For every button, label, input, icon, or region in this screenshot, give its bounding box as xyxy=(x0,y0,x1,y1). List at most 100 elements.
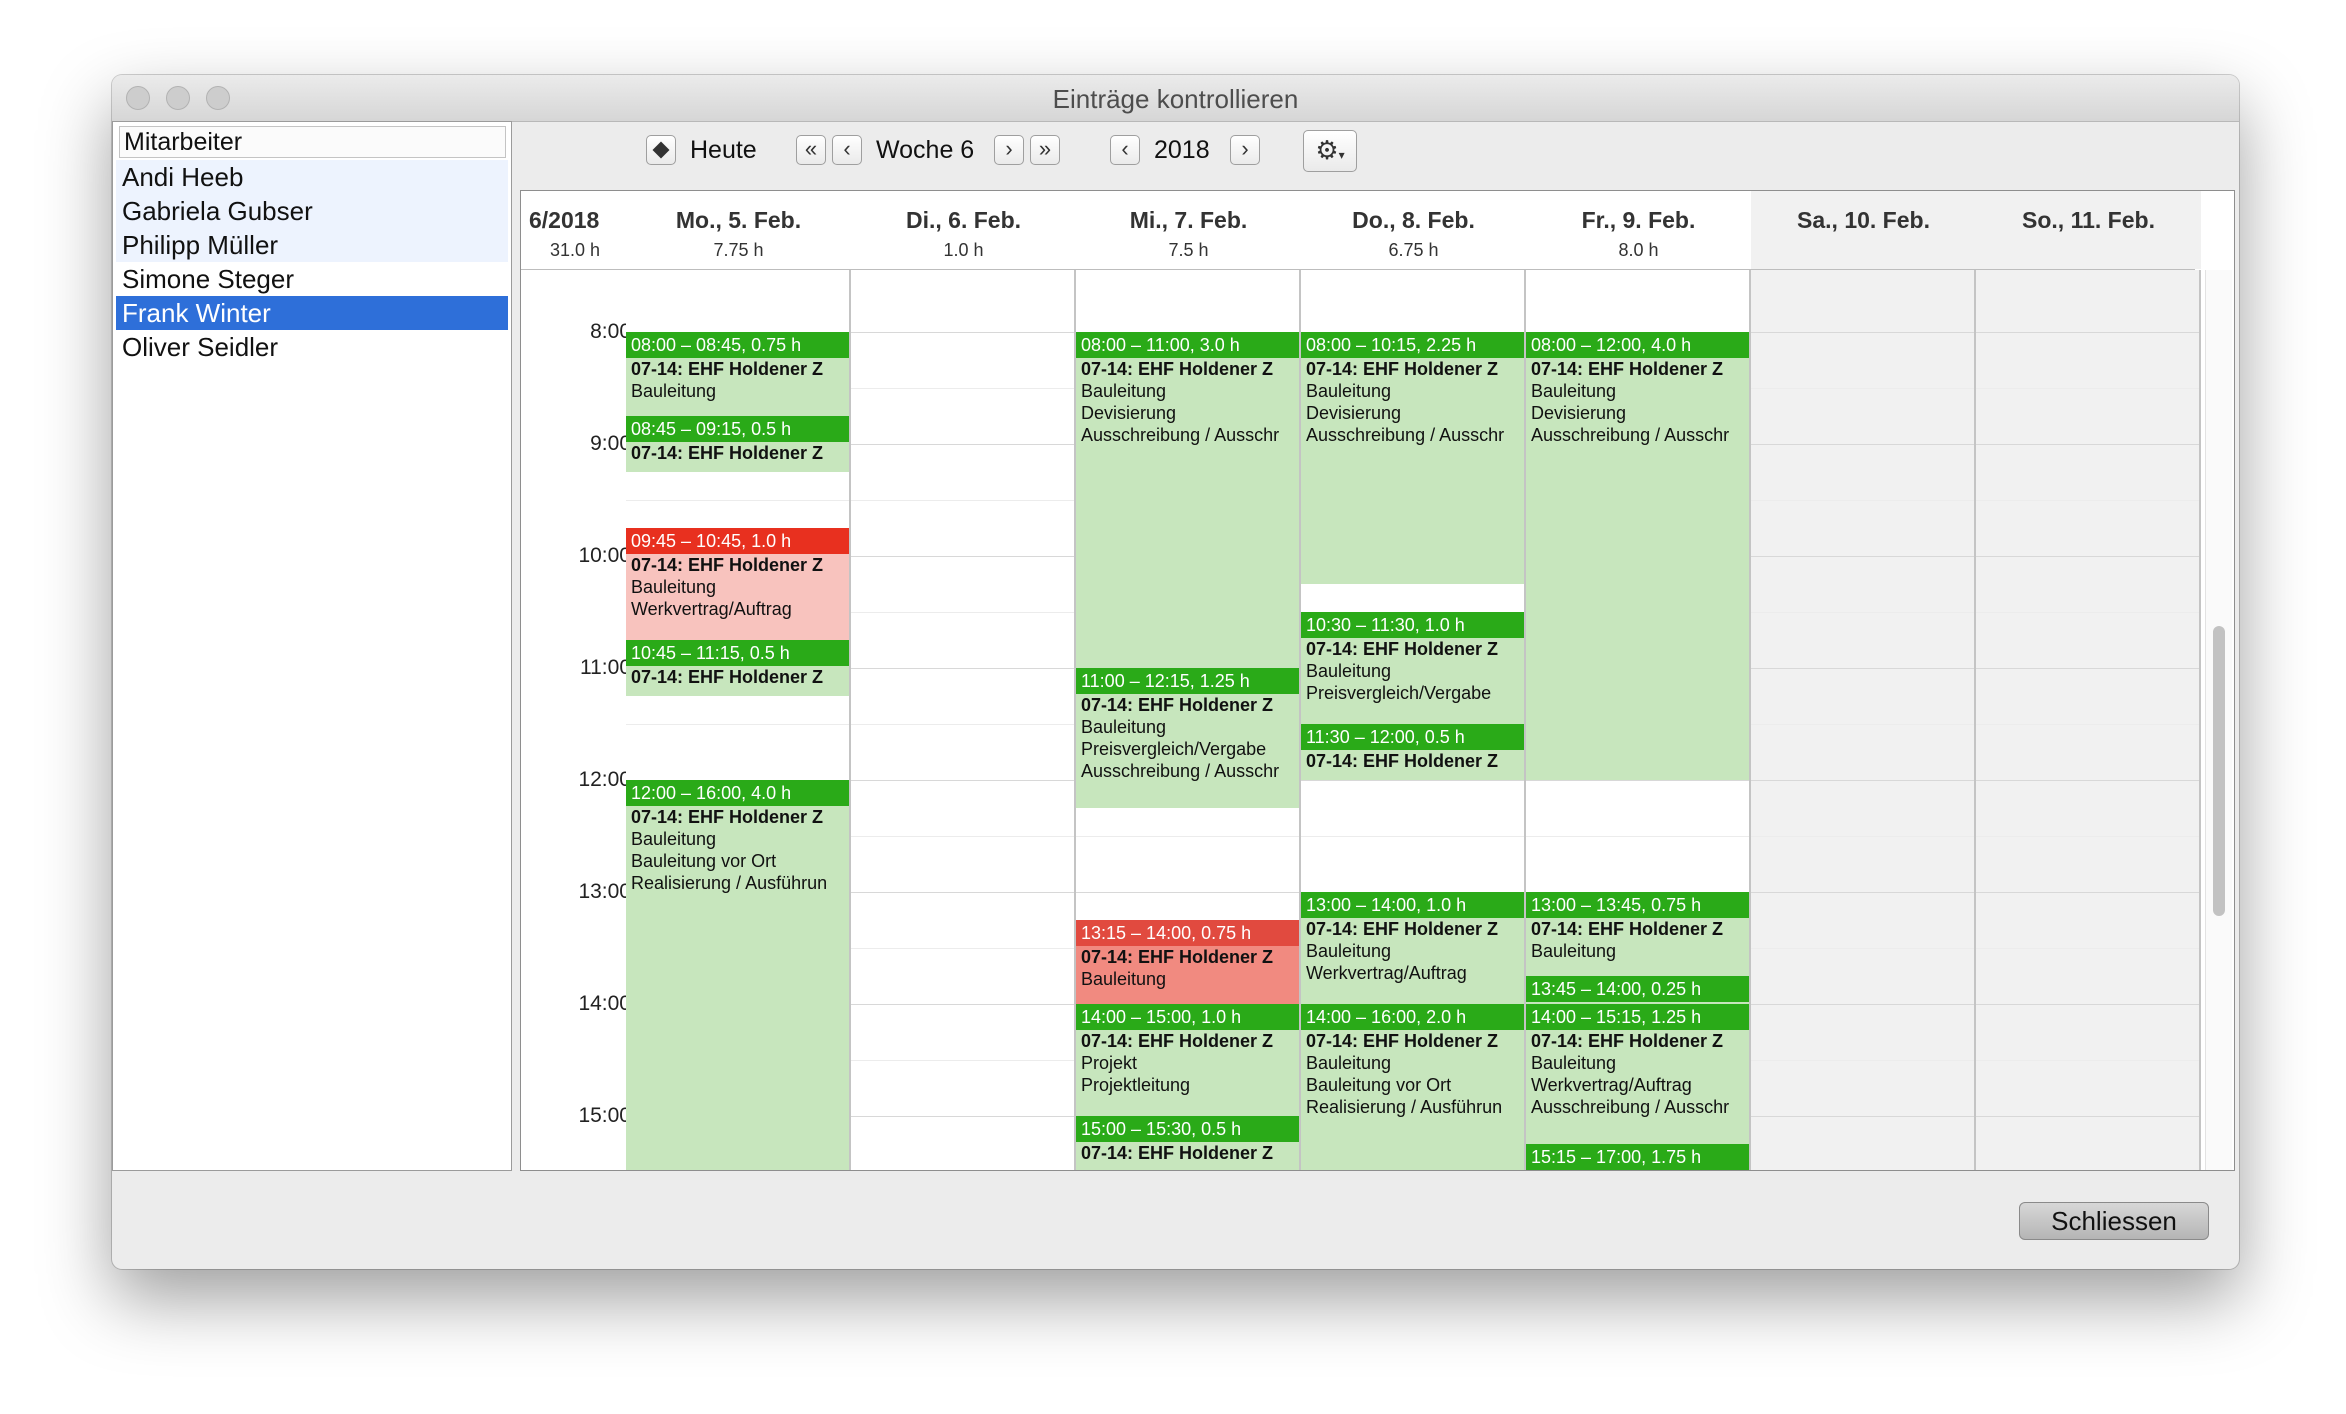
calendar-entry[interactable]: 13:45 – 14:00, 0.25 h xyxy=(1526,976,1749,1004)
next-next-button[interactable]: » xyxy=(1030,135,1060,165)
calendar-entry[interactable]: 08:00 – 12:00, 4.0 h 07-14: EHF Holdener … xyxy=(1526,332,1749,780)
grid-line xyxy=(1301,780,1524,781)
calendar-entry[interactable]: 08:45 – 09:15, 0.5 h 07-14: EHF Holdener … xyxy=(626,416,849,472)
employee-list-header[interactable]: Mitarbeiter xyxy=(119,126,506,158)
today-button[interactable] xyxy=(646,135,676,165)
chevron-left-icon: ‹ xyxy=(1121,136,1129,161)
entry-project: 07-14: EHF Holdener Z xyxy=(631,443,824,463)
grid-line xyxy=(1526,836,1749,837)
day-column[interactable]: 08:00 – 11:00, 3.0 h 07-14: EHF Holdener … xyxy=(1076,270,1301,1170)
day-column[interactable]: 08:00 – 10:15, 2.25 h 07-14: EHF Holdener… xyxy=(1301,270,1526,1170)
entry-detail: Bauleitung xyxy=(1531,1053,1617,1073)
grid-line xyxy=(1976,612,2199,613)
grid-line xyxy=(851,724,1074,725)
day-header[interactable]: Mi., 7. Feb. 7.5 h xyxy=(1076,191,1301,269)
day-header[interactable]: Fr., 9. Feb. 8.0 h xyxy=(1526,191,1751,269)
employee-row[interactable]: Oliver Seidler xyxy=(116,330,508,364)
calendar-entry[interactable]: 15:00 – 15:30, 0.5 h 07-14: EHF Holdener … xyxy=(1076,1116,1299,1170)
entry-time-header: 08:45 – 09:15, 0.5 h xyxy=(626,416,849,442)
entry-project: 07-14: EHF Holdener Z xyxy=(1081,1031,1274,1051)
entry-detail: Bauleitung xyxy=(631,829,717,849)
entry-time-header: 10:30 – 11:30, 1.0 h xyxy=(1301,612,1524,638)
calendar-entry[interactable]: 08:00 – 11:00, 3.0 h 07-14: EHF Holdener … xyxy=(1076,332,1299,668)
grid-line xyxy=(1751,836,1974,837)
prev-year-button[interactable]: ‹ xyxy=(1110,135,1140,165)
calendar-entry[interactable]: 13:00 – 13:45, 0.75 h 07-14: EHF Holdener… xyxy=(1526,892,1749,976)
calendar-entry[interactable]: 08:00 – 10:15, 2.25 h 07-14: EHF Holdener… xyxy=(1301,332,1524,584)
day-header-hours: 8.0 h xyxy=(1618,240,1659,260)
calendar-entry[interactable]: 13:15 – 14:00, 0.75 h 07-14: EHF Holdener… xyxy=(1076,920,1299,1004)
calendar-vertical-scrollbar[interactable] xyxy=(2205,270,2232,1170)
entry-detail: Werkvertrag/Auftrag xyxy=(1306,963,1467,983)
entry-detail: Bauleitung xyxy=(631,381,717,401)
entry-detail: Projektleitung xyxy=(1081,1075,1191,1095)
next-week-button[interactable]: › xyxy=(994,135,1024,165)
entry-time-header: 08:00 – 12:00, 4.0 h xyxy=(1526,332,1749,358)
entry-project: 07-14: EHF Holdener Z xyxy=(1306,1031,1499,1051)
next-year-button[interactable]: › xyxy=(1230,135,1260,165)
week-calendar: 6/2018 31.0 h Mo., 5. Feb. 7.75 h Di., 6. … xyxy=(520,190,2235,1171)
scrollbar-thumb[interactable] xyxy=(2213,626,2225,916)
entry-detail: Bauleitung xyxy=(1306,661,1392,681)
calendar-entry[interactable]: 15:15 – 17:00, 1.75 h xyxy=(1526,1144,1749,1170)
calendar-entry[interactable]: 10:45 – 11:15, 0.5 h 07-14: EHF Holdener … xyxy=(626,640,849,696)
grid-line xyxy=(626,500,849,501)
prev-week-button[interactable]: ‹ xyxy=(832,135,862,165)
calendar-entry[interactable]: 10:30 – 11:30, 1.0 h 07-14: EHF Holdener … xyxy=(1301,612,1524,724)
grid-line xyxy=(1976,556,2199,557)
entry-detail: Bauleitung xyxy=(1306,1053,1392,1073)
calendar-entry[interactable]: 08:00 – 08:45, 0.75 h 07-14: EHF Holdener… xyxy=(626,332,849,416)
employee-row[interactable]: Gabriela Gubser xyxy=(116,194,508,228)
day-column[interactable]: 08:00 – 08:45, 0.75 h 07-14: EHF Holdener… xyxy=(626,270,851,1170)
calendar-entry[interactable]: 09:45 – 10:45, 1.0 h 07-14: EHF Holdener … xyxy=(626,528,849,640)
entry-detail: Bauleitung xyxy=(1306,381,1392,401)
calendar-entry[interactable]: 11:00 – 12:15, 1.25 h 07-14: EHF Holdener… xyxy=(1076,668,1299,808)
employee-row[interactable]: Andi Heeb xyxy=(116,160,508,194)
employee-row[interactable]: Simone Steger xyxy=(116,262,508,296)
entry-detail: Devisierung xyxy=(1081,403,1177,423)
day-header[interactable]: Mo., 5. Feb. 7.75 h xyxy=(626,191,851,269)
day-header[interactable]: Sa., 10. Feb. xyxy=(1751,191,1976,269)
entry-time-header: 08:00 – 10:15, 2.25 h xyxy=(1301,332,1524,358)
day-header[interactable]: Di., 6. Feb. 1.0 h xyxy=(851,191,1076,269)
grid-line xyxy=(1751,388,1974,389)
day-column[interactable] xyxy=(1976,270,2201,1170)
grid-line xyxy=(1751,612,1974,613)
calendar-entry[interactable]: 12:00 – 16:00, 4.0 h 07-14: EHF Holdener … xyxy=(626,780,849,1170)
prev-prev-button[interactable]: « xyxy=(796,135,826,165)
day-header[interactable]: Do., 8. Feb. 6.75 h xyxy=(1301,191,1526,269)
time-label: 8:00 xyxy=(590,320,631,343)
gear-icon: ⚙ xyxy=(1315,135,1339,165)
entry-time-header: 14:00 – 15:00, 1.0 h xyxy=(1076,1004,1299,1030)
calendar-entry[interactable]: 13:00 – 14:00, 1.0 h 07-14: EHF Holdener … xyxy=(1301,892,1524,1004)
employee-list[interactable]: Mitarbeiter Andi Heeb Gabriela Gubser Phil… xyxy=(112,121,512,1171)
day-header[interactable]: So., 11. Feb. xyxy=(1976,191,2201,269)
calendar-entry[interactable]: 14:00 – 15:15, 1.25 h 07-14: EHF Holdener… xyxy=(1526,1004,1749,1144)
grid-line xyxy=(1976,668,2199,669)
grid-line xyxy=(1751,780,1974,781)
close-button[interactable]: Schliessen xyxy=(2019,1202,2209,1240)
chevron-down-icon: ▾ xyxy=(1338,148,1345,162)
day-column[interactable] xyxy=(851,270,1076,1170)
employee-row[interactable]: Philipp Müller xyxy=(116,228,508,262)
employee-row[interactable]: Frank Winter xyxy=(116,296,508,330)
calendar-entry[interactable]: 14:00 – 16:00, 2.0 h 07-14: EHF Holdener … xyxy=(1301,1004,1524,1170)
grid-line xyxy=(1751,668,1974,669)
day-column[interactable] xyxy=(1751,270,1976,1170)
day-header-label: Di., 6. Feb. xyxy=(905,207,1022,233)
grid-line xyxy=(1976,332,2199,333)
settings-menu-button[interactable]: ⚙▾ xyxy=(1303,130,1357,172)
entry-time-header: 14:00 – 16:00, 2.0 h xyxy=(1301,1004,1524,1030)
grid-line xyxy=(1976,724,2199,725)
entry-detail: Ausschreibung / Ausschr xyxy=(1531,1097,1730,1117)
entry-time-header: 13:15 – 14:00, 0.75 h xyxy=(1076,920,1299,946)
week-summary-hours: 31.0 h xyxy=(549,240,601,260)
today-label[interactable]: Heute xyxy=(690,136,757,165)
day-column[interactable]: 08:00 – 12:00, 4.0 h 07-14: EHF Holdener … xyxy=(1526,270,1751,1170)
grid-line xyxy=(851,1004,1074,1005)
entry-detail: Bauleitung xyxy=(1081,969,1167,989)
calendar-entry[interactable]: 11:30 – 12:00, 0.5 h 07-14: EHF Holdener … xyxy=(1301,724,1524,780)
entry-time-header: 13:00 – 14:00, 1.0 h xyxy=(1301,892,1524,918)
grid-line xyxy=(1976,948,2199,949)
calendar-entry[interactable]: 14:00 – 15:00, 1.0 h 07-14: EHF Holdener … xyxy=(1076,1004,1299,1116)
